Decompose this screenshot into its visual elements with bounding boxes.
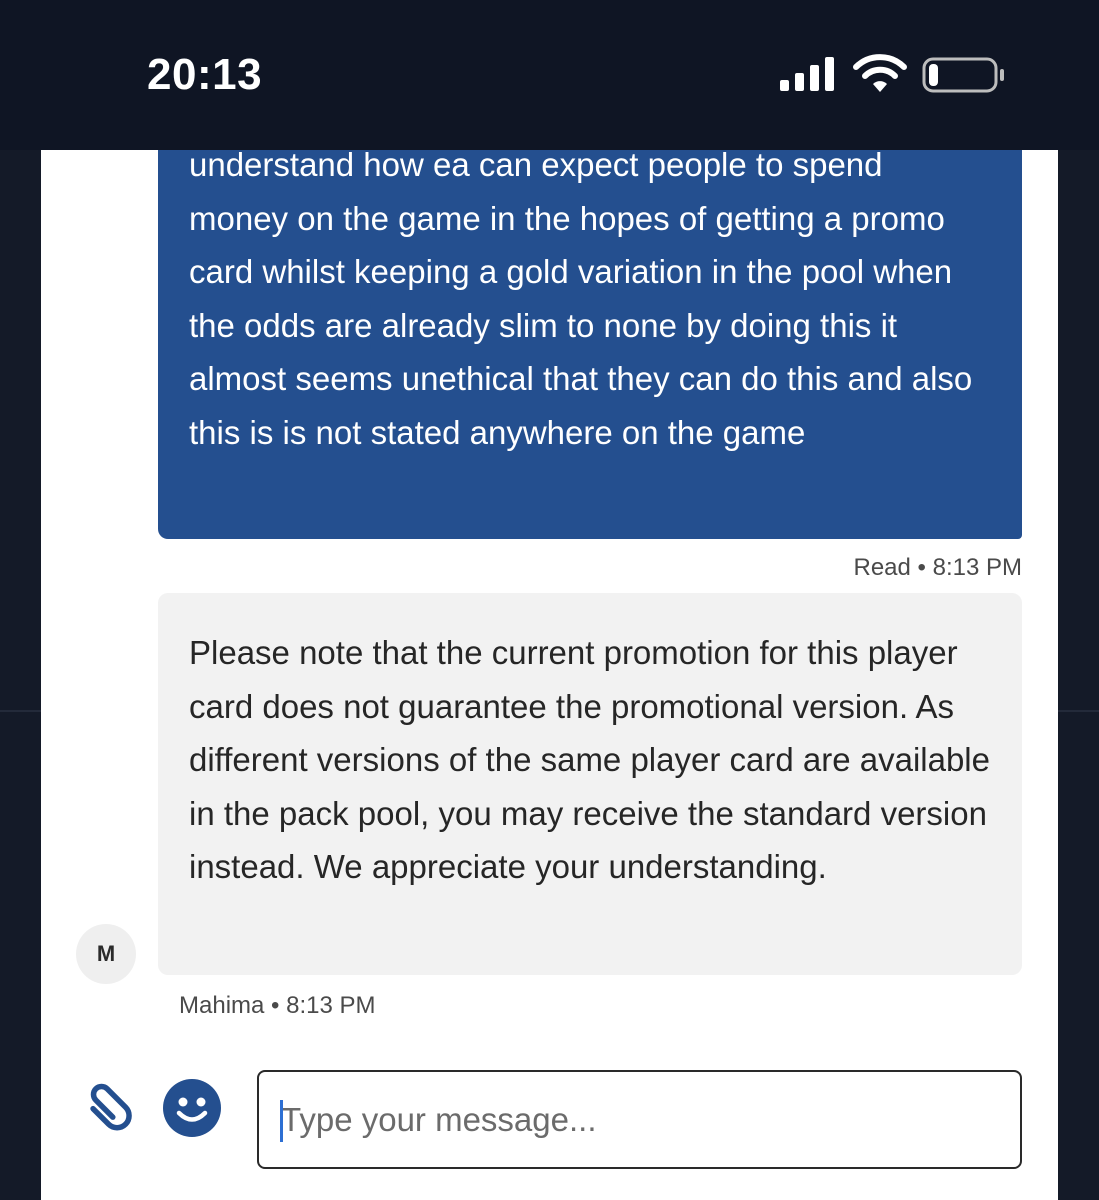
incoming-message-bubble: Please note that the current promotion f… [158,593,1022,975]
phone-screen: 20:13 understand how ea can expect peopl… [0,0,1099,1200]
gutter-divider-left [0,710,41,712]
status-bar: 20:13 [0,0,1099,150]
outgoing-message-meta: Read • 8:13 PM [853,554,1023,581]
outgoing-message-bubble: understand how ea can expect people to s… [158,150,1022,539]
signal-icon [780,57,834,91]
gutter-divider-right [1058,710,1099,712]
battery-icon [922,57,1004,93]
text-cursor [280,1100,283,1142]
incoming-message-text: Please note that the current promotion f… [189,634,990,885]
message-input[interactable] [257,1070,1022,1169]
paperclip-icon[interactable] [82,1075,138,1131]
status-time: 20:13 [147,50,263,99]
smiley-icon[interactable] [162,1078,222,1138]
agent-avatar: M [76,924,136,984]
wifi-icon [853,54,907,92]
incoming-message-meta: Mahima • 8:13 PM [179,992,376,1019]
outgoing-message-text: understand how ea can expect people to s… [189,150,973,451]
chat-panel[interactable]: understand how ea can expect people to s… [41,150,1058,1200]
